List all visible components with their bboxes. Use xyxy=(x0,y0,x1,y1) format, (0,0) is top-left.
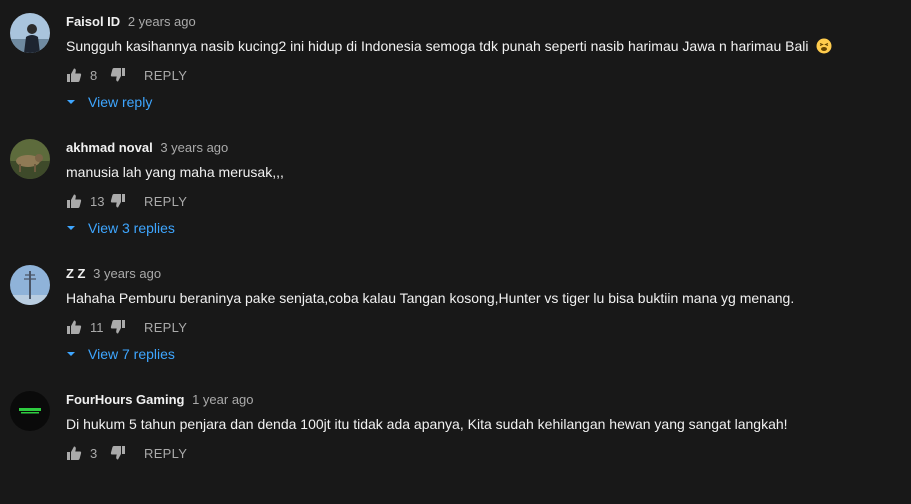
comment-item: akhmad noval 3 years ago manusia lah yan… xyxy=(0,126,911,252)
comment-text: Di hukum 5 tahun penjara dan denda 100jt… xyxy=(66,414,788,434)
thumbs-down-icon[interactable] xyxy=(110,193,126,209)
caret-down-icon xyxy=(67,352,75,356)
reply-button[interactable]: REPLY xyxy=(144,68,187,83)
like-count: 11 xyxy=(90,319,104,335)
thumbs-up-icon[interactable] xyxy=(66,67,82,83)
avatar[interactable] xyxy=(10,13,50,53)
comment-body: Di hukum 5 tahun penjara dan denda 100jt… xyxy=(66,416,788,432)
view-replies-button[interactable]: View 7 replies xyxy=(66,346,175,362)
avatar[interactable] xyxy=(10,265,50,305)
comment-header: akhmad noval 3 years ago xyxy=(66,140,228,156)
comment-actions: 3 REPLY xyxy=(66,444,187,462)
view-replies-button[interactable]: View reply xyxy=(66,94,152,110)
thumbs-up-icon[interactable] xyxy=(66,319,82,335)
author-name[interactable]: akhmad noval xyxy=(66,140,153,155)
thumbs-down-icon[interactable] xyxy=(110,445,126,461)
avatar[interactable] xyxy=(10,391,50,431)
comment-actions: 13 REPLY xyxy=(66,192,187,210)
view-replies-button[interactable]: View 3 replies xyxy=(66,220,175,236)
comment-actions: 11 REPLY xyxy=(66,318,187,336)
thumbs-down-icon[interactable] xyxy=(110,319,126,335)
caret-down-icon xyxy=(67,100,75,104)
comment-item: FourHours Gaming 1 year ago Di hukum 5 t… xyxy=(0,378,911,504)
comment-timestamp[interactable]: 3 years ago xyxy=(160,140,228,155)
caret-down-icon xyxy=(67,226,75,230)
comment-timestamp[interactable]: 3 years ago xyxy=(93,266,161,281)
reply-button[interactable]: REPLY xyxy=(144,194,187,209)
comment-body: manusia lah yang maha merusak,,, xyxy=(66,164,284,180)
comment-item: Faisol ID 2 years ago Sungguh kasihannya… xyxy=(0,0,911,126)
comment-header: FourHours Gaming 1 year ago xyxy=(66,392,254,408)
comment-header: Z Z 3 years ago xyxy=(66,266,161,282)
comment-timestamp[interactable]: 1 year ago xyxy=(192,392,253,407)
author-name[interactable]: Z Z xyxy=(66,266,86,281)
like-count: 13 xyxy=(90,193,105,209)
view-replies-label: View reply xyxy=(88,94,153,110)
comment-text: Hahaha Pemburu beraninya pake senjata,co… xyxy=(66,288,794,308)
thumbs-up-icon[interactable] xyxy=(66,193,82,209)
view-replies-label: View 3 replies xyxy=(88,220,175,236)
thumbs-up-icon[interactable] xyxy=(66,445,82,461)
comment-actions: 8 REPLY xyxy=(66,66,187,84)
author-name[interactable]: Faisol ID xyxy=(66,14,120,29)
like-count: 3 xyxy=(90,445,98,461)
view-replies-label: View 7 replies xyxy=(88,346,175,362)
avatar[interactable] xyxy=(10,139,50,179)
comment-timestamp[interactable]: 2 years ago xyxy=(128,14,196,29)
like-count: 8 xyxy=(90,67,98,83)
comment-header: Faisol ID 2 years ago xyxy=(66,14,196,30)
comment-body: Sungguh kasihannya nasib kucing2 ini hid… xyxy=(66,38,809,54)
comment-text: manusia lah yang maha merusak,,, xyxy=(66,162,284,182)
reply-button[interactable]: REPLY xyxy=(144,320,187,335)
reply-button[interactable]: REPLY xyxy=(144,446,187,461)
comment-text: Sungguh kasihannya nasib kucing2 ini hid… xyxy=(66,36,832,56)
thumbs-down-icon[interactable] xyxy=(110,67,126,83)
tired-face-emoji xyxy=(816,38,832,54)
comment-body: Hahaha Pemburu beraninya pake senjata,co… xyxy=(66,290,795,306)
comment-item: Z Z 3 years ago Hahaha Pemburu beraninya… xyxy=(0,252,911,378)
author-name[interactable]: FourHours Gaming xyxy=(66,392,184,407)
